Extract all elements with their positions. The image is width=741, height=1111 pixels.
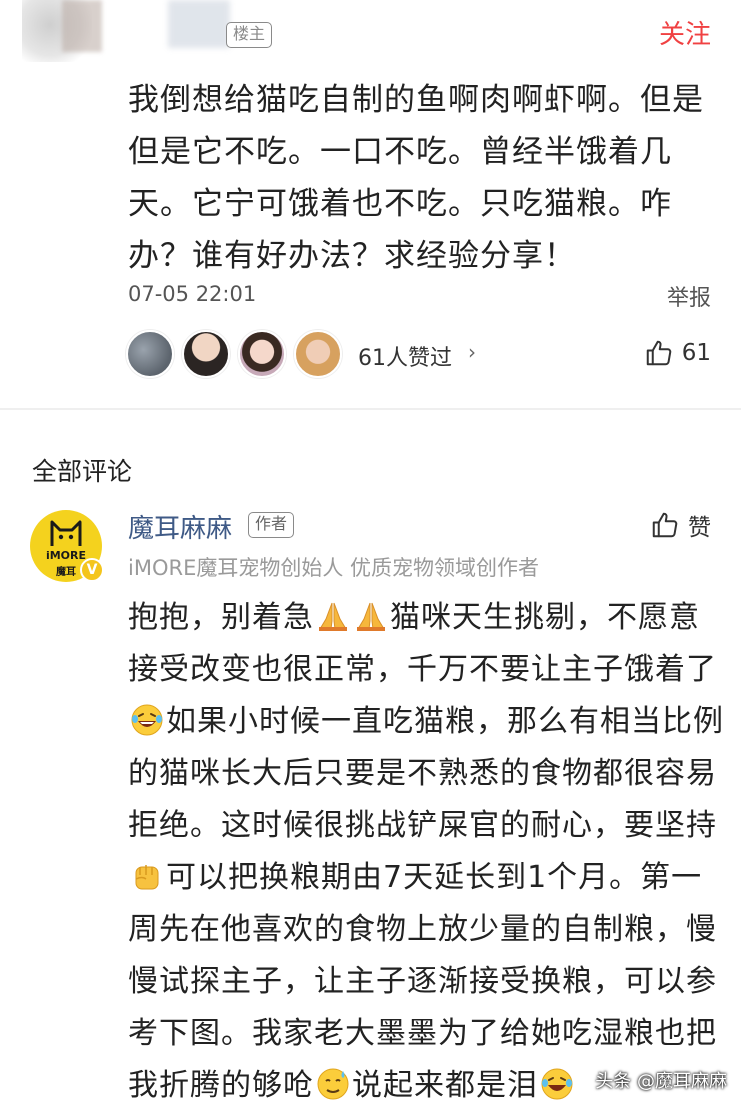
verified-badge-icon: V (80, 558, 104, 582)
comment-text-segment: 抱抱，别着急 (128, 600, 314, 635)
liker-avatar[interactable] (126, 330, 174, 378)
op-badge: 楼主 (226, 22, 273, 48)
post-header: 楼主 关注 (0, 0, 741, 62)
author-subtitle: iMORE魔耳宠物创始人 优质宠物领域创作者 (128, 556, 540, 580)
author-badge: 作者 (248, 512, 295, 538)
pray-emoji-icon (357, 602, 385, 631)
like-count: 61 (681, 340, 711, 366)
like-label: 赞 (688, 515, 711, 541)
liker-avatar[interactable] (238, 330, 286, 378)
liker-avatar[interactable] (182, 330, 230, 378)
report-button[interactable]: 举报 (667, 280, 711, 312)
post-text: 我倒想给猫吃自制的鱼啊肉啊虾啊。但是但是它不吃。一口不吃。曾经半饿着几天。它宁可… (128, 82, 704, 274)
comment-text-segment: 如果小时候一直吃猫粮，那么有相当比例的猫咪长大后只要是不熟悉的食物都很容易拒绝。… (128, 704, 724, 843)
watermark: 头条 @魔耳麻麻 (595, 1071, 727, 1092)
thumbs-up-icon (652, 512, 678, 538)
comment-author-name[interactable]: 魔耳麻麻 (128, 508, 232, 545)
chevron-right-icon[interactable]: › (468, 340, 476, 364)
post-like-button[interactable]: 61 (644, 336, 711, 370)
liker-avatar[interactable] (294, 330, 342, 378)
laugh-cry-emoji-icon (131, 704, 163, 736)
comment-like-button[interactable]: 赞 (650, 508, 711, 542)
sweat-emoji-icon (317, 1068, 349, 1100)
comment-text-segment: 说起来都是泪 (352, 1068, 538, 1103)
thumbs-up-icon (646, 340, 671, 366)
section-divider (0, 408, 741, 410)
laugh-cry-emoji-icon (541, 1068, 573, 1100)
blurred-region (62, 0, 102, 52)
cat-logo-icon (50, 520, 82, 546)
likers-count-link[interactable]: 61人赞过 (358, 340, 452, 372)
comment-text: 抱抱，别着急 猫咪天生挑剔，不愿意接受改变也很正常，千万不要让主子饿着了 如果小… (128, 592, 724, 1111)
follow-button[interactable]: 关注 (659, 14, 711, 51)
pray-emoji-icon (319, 602, 347, 631)
post-timestamp: 07-05 22:01 (128, 282, 257, 306)
fist-emoji-icon (135, 865, 159, 890)
comments-section-title: 全部评论 (32, 457, 133, 486)
blurred-region (168, 0, 230, 48)
